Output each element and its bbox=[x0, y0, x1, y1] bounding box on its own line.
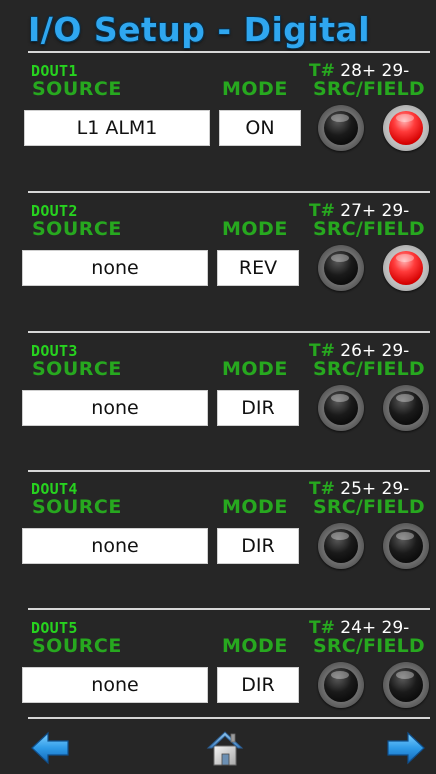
source-field[interactable]: none bbox=[22, 250, 208, 286]
src-led-indicator bbox=[318, 662, 364, 708]
mode-field[interactable]: REV bbox=[217, 250, 299, 286]
io-setup-screen: I/O Setup - Digital DOUT1 SOURCE MODE T#… bbox=[0, 0, 436, 774]
mode-field[interactable]: ON bbox=[219, 110, 301, 146]
mode-field[interactable]: DIR bbox=[217, 390, 299, 426]
dout-section-1: DOUT1 SOURCE MODE T# 28+ 29- SRC/FIELD L… bbox=[0, 61, 436, 187]
field-led-indicator bbox=[383, 105, 429, 151]
src-field-label: SRC/FIELD bbox=[313, 358, 425, 380]
src-field-label: SRC/FIELD bbox=[313, 496, 425, 518]
mode-field[interactable]: DIR bbox=[217, 528, 299, 564]
src-led-indicator bbox=[318, 385, 364, 431]
field-led-indicator bbox=[383, 245, 429, 291]
mode-label: MODE bbox=[222, 218, 288, 240]
src-led-indicator bbox=[318, 245, 364, 291]
home-button[interactable] bbox=[205, 728, 245, 768]
back-button[interactable] bbox=[30, 728, 70, 768]
source-field[interactable]: none bbox=[22, 667, 208, 703]
src-led-indicator bbox=[318, 523, 364, 569]
forward-button[interactable] bbox=[386, 728, 426, 768]
mode-label: MODE bbox=[222, 358, 288, 380]
divider bbox=[28, 608, 430, 610]
dout-section-2: DOUT2 SOURCE MODE T# 27+ 29- SRC/FIELD n… bbox=[0, 201, 436, 327]
src-led-indicator bbox=[318, 105, 364, 151]
src-field-label: SRC/FIELD bbox=[313, 635, 425, 657]
dout-section-5: DOUT5 SOURCE MODE T# 24+ 29- SRC/FIELD n… bbox=[0, 618, 436, 744]
divider bbox=[28, 470, 430, 472]
source-label: SOURCE bbox=[32, 218, 122, 240]
left-arrow-icon bbox=[31, 731, 69, 765]
source-label: SOURCE bbox=[32, 358, 122, 380]
divider bbox=[28, 51, 430, 53]
field-led-indicator bbox=[383, 662, 429, 708]
divider bbox=[28, 331, 430, 333]
mode-label: MODE bbox=[222, 78, 288, 100]
page-title: I/O Setup - Digital bbox=[28, 10, 371, 49]
src-field-label: SRC/FIELD bbox=[313, 218, 425, 240]
divider bbox=[28, 191, 430, 193]
divider bbox=[28, 717, 430, 719]
field-led-indicator bbox=[383, 523, 429, 569]
home-icon bbox=[206, 731, 244, 766]
mode-label: MODE bbox=[222, 496, 288, 518]
source-label: SOURCE bbox=[32, 635, 122, 657]
source-field[interactable]: none bbox=[22, 528, 208, 564]
source-label: SOURCE bbox=[32, 496, 122, 518]
field-led-indicator bbox=[383, 385, 429, 431]
src-field-label: SRC/FIELD bbox=[313, 78, 425, 100]
dout-section-4: DOUT4 SOURCE MODE T# 25+ 29- SRC/FIELD n… bbox=[0, 479, 436, 605]
dout-section-3: DOUT3 SOURCE MODE T# 26+ 29- SRC/FIELD n… bbox=[0, 341, 436, 467]
source-label: SOURCE bbox=[32, 78, 122, 100]
right-arrow-icon bbox=[387, 731, 425, 765]
mode-field[interactable]: DIR bbox=[217, 667, 299, 703]
mode-label: MODE bbox=[222, 635, 288, 657]
source-field[interactable]: L1 ALM1 bbox=[24, 110, 210, 146]
source-field[interactable]: none bbox=[22, 390, 208, 426]
